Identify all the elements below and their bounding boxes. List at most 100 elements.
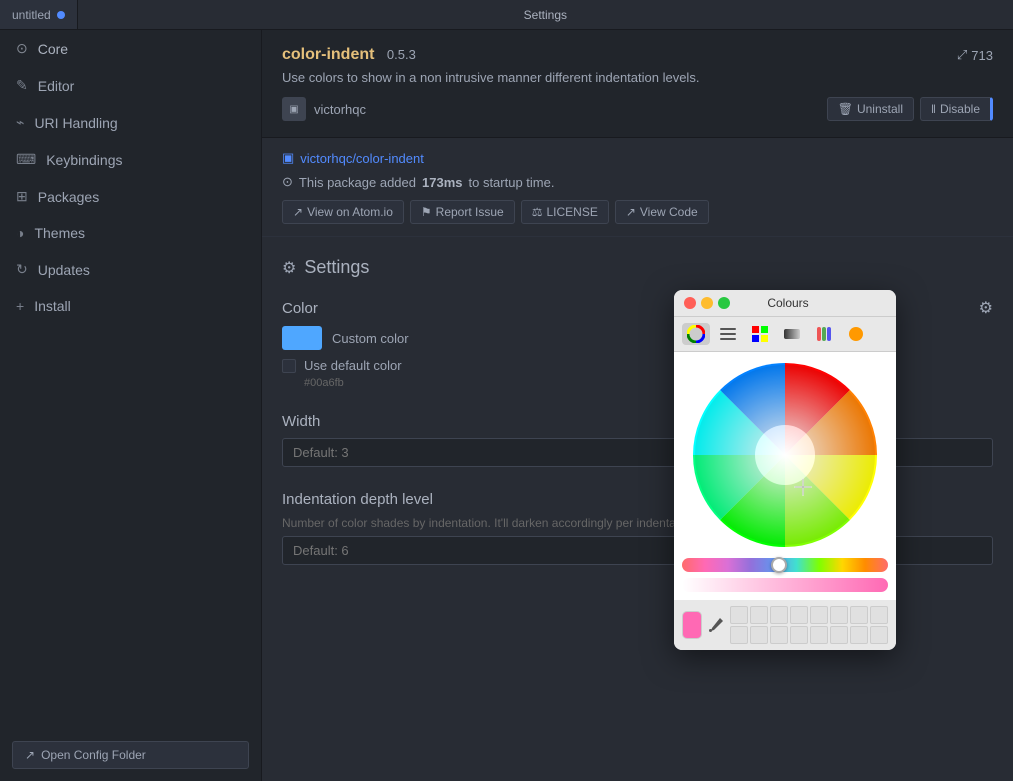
color-swatch[interactable] (282, 326, 322, 350)
sidebar-item-packages[interactable]: ⊞ Packages (0, 178, 261, 215)
swatch-12[interactable] (790, 626, 808, 644)
sidebar-item-updates[interactable]: ↻ Updates (0, 251, 261, 288)
opacity-slider[interactable] (682, 578, 888, 592)
minimize-button[interactable] (701, 297, 713, 309)
maximize-button[interactable] (718, 297, 730, 309)
package-title-row: color-indent 0.5.3 ⤢ 713 (282, 46, 993, 64)
package-name: color-indent (282, 46, 374, 63)
color-picker-titlebar: Colours (674, 290, 896, 317)
startup-time-info: ⊙ This package added 173ms to startup ti… (282, 174, 993, 190)
swatch-5[interactable] (810, 606, 828, 624)
swatch-15[interactable] (850, 626, 868, 644)
settings-section: ⚙ Settings Color ⚙ Custom color Use defa… (262, 237, 1013, 609)
swatch-10[interactable] (750, 626, 768, 644)
hue-slider[interactable] (682, 558, 888, 572)
close-button[interactable] (684, 297, 696, 309)
adjust-icon[interactable]: ⚙ (979, 298, 993, 318)
color-picker-tabs (674, 317, 896, 352)
sidebar-item-editor[interactable]: ✎ Editor (0, 67, 261, 104)
swatch-7[interactable] (850, 606, 868, 624)
color-wheel-area[interactable] (674, 352, 896, 558)
clock-icon: ⊙ (282, 174, 293, 190)
sidebar-label-core: Core (38, 41, 68, 57)
color-wheel[interactable] (690, 360, 880, 550)
themes-icon: ◑ (16, 225, 24, 241)
package-header: color-indent 0.5.3 ⤢ 713 Use colors to s… (262, 30, 1013, 138)
meta-action-buttons: ↗ View on Atom.io ⚑ Report Issue ⚖ LICEN… (282, 200, 993, 224)
sidebar-label-uri: URI Handling (34, 115, 117, 131)
tab-untitled[interactable]: untitled (0, 0, 78, 29)
view-code-button[interactable]: ↗ View Code (615, 200, 709, 224)
cp-tab-palette[interactable] (746, 323, 774, 345)
sidebar-item-themes[interactable]: ◑ Themes (0, 215, 261, 251)
open-config-button[interactable]: ↗ Open Config Folder (12, 741, 249, 769)
color-picker-title: Colours (767, 296, 808, 310)
sidebar-label-editor: Editor (38, 78, 75, 94)
swatch-2[interactable] (750, 606, 768, 624)
license-button[interactable]: ⚖ LICENSE (521, 200, 609, 224)
eyedropper-tool[interactable] (708, 613, 724, 637)
color-custom-label: Custom color (332, 331, 409, 346)
main-layout: ⊙ Core ✎ Editor ⌁ URI Handling ⌨ Keybind… (0, 30, 1013, 781)
swatch-11[interactable] (770, 626, 788, 644)
cp-tab-orange[interactable] (842, 323, 870, 345)
sidebar-item-core[interactable]: ⊙ Core (0, 30, 261, 67)
hue-slider-thumb[interactable] (771, 557, 787, 573)
use-default-color-label: Use default color (304, 358, 402, 373)
editor-icon: ✎ (16, 77, 28, 94)
color-swatches (730, 606, 888, 644)
report-issue-button[interactable]: ⚑ Report Issue (410, 200, 515, 224)
author-name: victorhqc (314, 102, 366, 117)
cp-tab-wheel[interactable] (682, 323, 710, 345)
sidebar-item-uri-handling[interactable]: ⌁ URI Handling (0, 104, 261, 141)
sidebar-item-keybindings[interactable]: ⌨ Keybindings (0, 141, 261, 178)
swatch-13[interactable] (810, 626, 828, 644)
pause-icon: ‖ (931, 102, 936, 116)
uninstall-button[interactable]: 🗑 Uninstall (827, 97, 914, 121)
sidebar-label-themes: Themes (34, 225, 85, 241)
swatch-3[interactable] (770, 606, 788, 624)
code-icon: ↗ (626, 205, 636, 219)
sidebar-label-install: Install (34, 298, 71, 314)
uri-handling-icon: ⌁ (16, 114, 24, 131)
tab-bar: untitled Settings (0, 0, 1013, 30)
package-repo-link[interactable]: ▣ victorhqc/color-indent (282, 150, 993, 166)
settings-heading: ⚙ Settings (282, 257, 993, 278)
package-description: Use colors to show in a non intrusive ma… (282, 70, 993, 85)
packages-icon: ⊞ (16, 188, 28, 205)
view-on-atomio-button[interactable]: ↗ View on Atom.io (282, 200, 404, 224)
tab-modified-dot (57, 11, 65, 19)
color-picker-window[interactable]: Colours (674, 290, 896, 650)
repo-icon: ▣ (282, 150, 294, 166)
use-default-color-checkbox[interactable] (282, 359, 296, 373)
traffic-lights (684, 297, 730, 309)
star-count: 713 (971, 48, 993, 63)
author-info: ▣ victorhqc (282, 97, 366, 121)
swatch-9[interactable] (730, 626, 748, 644)
swatch-16[interactable] (870, 626, 888, 644)
tab-settings[interactable]: Settings (78, 0, 1013, 29)
settings-gear-icon: ⚙ (282, 258, 296, 278)
cp-tab-sliders[interactable] (714, 323, 742, 345)
swatch-1[interactable] (730, 606, 748, 624)
keybindings-icon: ⌨ (16, 151, 36, 168)
swatch-14[interactable] (830, 626, 848, 644)
swatch-6[interactable] (830, 606, 848, 624)
package-author-row: ▣ victorhqc 🗑 Uninstall ‖ Disable (282, 97, 993, 121)
content-area: color-indent 0.5.3 ⤢ 713 Use colors to s… (262, 30, 1013, 781)
license-icon: ⚖ (532, 205, 543, 219)
sidebar-item-install[interactable]: + Install (0, 288, 261, 324)
flag-icon: ⚑ (421, 205, 432, 219)
current-color-preview (682, 611, 702, 639)
swatch-8[interactable] (870, 606, 888, 624)
package-version: 0.5.3 (387, 47, 416, 62)
package-action-buttons: 🗑 Uninstall ‖ Disable (827, 97, 993, 121)
cp-tab-gradient[interactable] (778, 323, 806, 345)
star-icon: ⤢ (957, 47, 967, 63)
open-config-icon: ↗ (25, 748, 35, 762)
disable-button[interactable]: ‖ Disable (920, 97, 993, 121)
swatch-4[interactable] (790, 606, 808, 624)
sidebar-label-packages: Packages (38, 189, 99, 205)
color-wheel-svg[interactable] (690, 360, 880, 550)
cp-tab-crayons[interactable] (810, 323, 838, 345)
